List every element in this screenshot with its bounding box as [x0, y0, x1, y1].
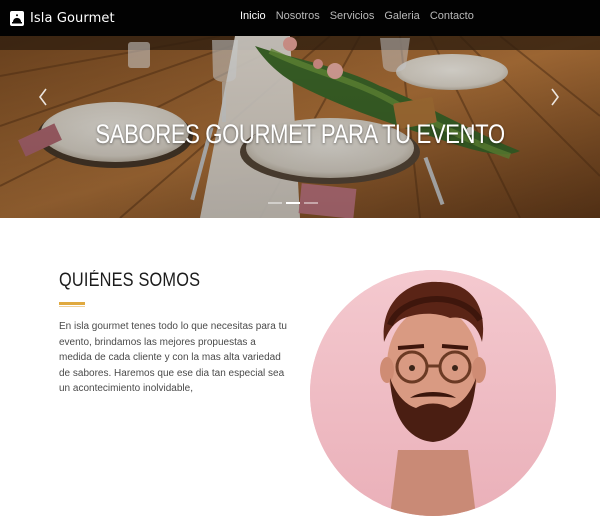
chevron-right-icon[interactable]: [548, 86, 562, 108]
about-title: QUIÉNES SOMOS: [59, 270, 201, 291]
nav-item-servicios[interactable]: Servicios: [330, 10, 375, 22]
brand-name: Isla Gourmet: [30, 10, 115, 26]
person-portrait-image: [310, 270, 556, 516]
hero-carousel: SABORES GOURMET PARA TU EVENTO: [0, 36, 600, 218]
title-underline: [59, 302, 85, 305]
navbar: Isla Gourmet Inicio Nosotros Servicios G…: [0, 0, 600, 36]
carousel-indicator[interactable]: [304, 202, 318, 204]
chevron-left-icon[interactable]: [36, 86, 50, 108]
bell-cloche-icon: [10, 10, 24, 26]
carousel-indicator-active[interactable]: [286, 202, 300, 204]
brand-link[interactable]: Isla Gourmet: [9, 8, 115, 28]
carousel-indicator[interactable]: [268, 202, 282, 204]
carousel-indicators: [268, 202, 322, 204]
title-underline-thin: [59, 306, 85, 307]
hero-title: SABORES GOURMET PARA TU EVENTO: [95, 119, 505, 149]
nav-item-galeria[interactable]: Galeria: [384, 10, 419, 22]
nav-item-nosotros[interactable]: Nosotros: [276, 10, 320, 22]
team-member-photo: [310, 270, 556, 516]
nav-item-inicio[interactable]: Inicio: [240, 10, 266, 22]
nav-item-contacto[interactable]: Contacto: [430, 10, 474, 22]
nav-menu: Inicio Nosotros Servicios Galeria Contac…: [240, 10, 484, 22]
about-text: En isla gourmet tenes todo lo que necesi…: [59, 321, 287, 394]
